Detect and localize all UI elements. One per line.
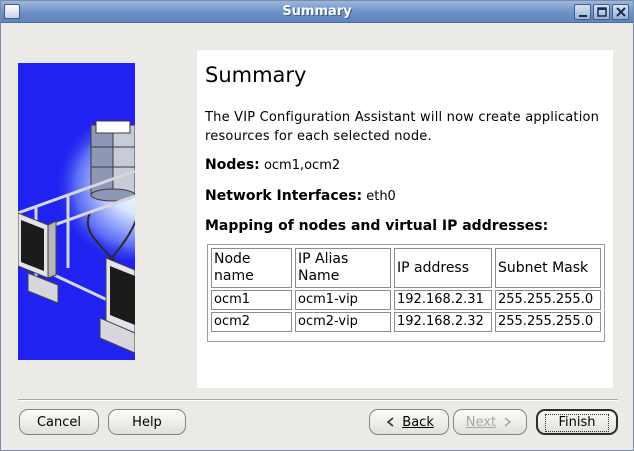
back-arrow-icon <box>386 416 394 427</box>
nodes-label: Nodes: <box>205 157 260 173</box>
maximize-icon <box>597 7 607 17</box>
network-interfaces-line: Network Interfaces: eth0 <box>205 188 396 204</box>
close-button[interactable] <box>612 4 629 20</box>
button-separator <box>18 399 618 401</box>
column-header-ip-alias-name: IP Alias Name <box>295 248 391 288</box>
finish-button-label: Finish <box>545 414 609 432</box>
dialog-window: Summary Summary The VIP Configuration As… <box>0 0 634 451</box>
table-cell: 192.168.2.31 <box>394 290 492 310</box>
table-row: ocm2 ocm2-vip 192.168.2.32 255.255.255.0 <box>211 312 601 332</box>
close-icon <box>616 7 626 17</box>
title-bar[interactable]: Summary <box>1 1 633 23</box>
column-header-subnet-mask: Subnet Mask <box>495 248 601 288</box>
summary-panel: Summary The VIP Configuration Assistant … <box>197 50 613 388</box>
mapping-table-container: Node name IP Alias Name IP address Subne… <box>207 244 605 342</box>
column-header-ip-address: IP address <box>394 248 492 288</box>
minimize-button[interactable] <box>574 4 591 20</box>
page-title: Summary <box>205 63 307 87</box>
description-text: The VIP Configuration Assistant will now… <box>205 110 600 144</box>
table-cell: 255.255.255.0 <box>495 290 601 310</box>
table-cell: ocm2-vip <box>295 312 391 332</box>
wizard-illustration <box>18 63 135 360</box>
help-button[interactable]: Help <box>108 409 186 435</box>
maximize-button[interactable] <box>593 4 610 20</box>
back-button[interactable]: Back <box>369 409 449 435</box>
network-interfaces-value: eth0 <box>366 189 396 204</box>
finish-button[interactable]: Finish <box>536 409 618 435</box>
table-cell: ocm1-vip <box>295 290 391 310</box>
column-header-node-name: Node name <box>211 248 292 288</box>
next-button-label: Next <box>465 415 497 430</box>
next-button[interactable]: Next <box>453 409 527 435</box>
nodes-value: ocm1,ocm2 <box>263 158 341 173</box>
mapping-label: Mapping of nodes and virtual IP addresse… <box>205 218 549 234</box>
back-button-label: Back <box>402 415 434 430</box>
mapping-table: Node name IP Alias Name IP address Subne… <box>208 246 604 334</box>
table-cell: ocm1 <box>211 290 292 310</box>
table-header-row: Node name IP Alias Name IP address Subne… <box>211 248 601 288</box>
nodes-line: Nodes: ocm1,ocm2 <box>205 157 340 173</box>
window-title: Summary <box>282 4 352 19</box>
minimize-icon <box>579 15 587 17</box>
table-row: ocm1 ocm1-vip 192.168.2.31 255.255.255.0 <box>211 290 601 310</box>
next-arrow-icon <box>504 416 512 427</box>
network-interfaces-label: Network Interfaces: <box>205 188 363 204</box>
table-cell: 192.168.2.32 <box>394 312 492 332</box>
table-cell: ocm2 <box>211 312 292 332</box>
table-cell: 255.255.255.0 <box>495 312 601 332</box>
cancel-button[interactable]: Cancel <box>19 409 99 435</box>
database-icon <box>90 120 135 202</box>
